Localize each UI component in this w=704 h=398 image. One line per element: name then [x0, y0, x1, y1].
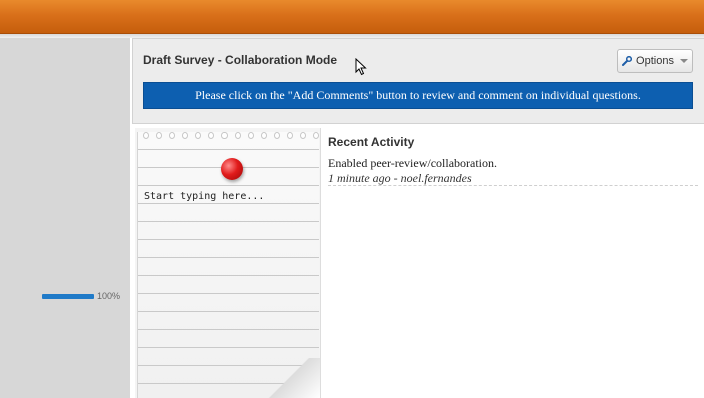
wrench-icon — [622, 56, 633, 66]
left-sidebar: 100% — [0, 38, 130, 398]
recent-activity-panel: Recent Activity Enabled peer-review/coll… — [328, 128, 700, 398]
activity-meta: 1 minute ago - noel.fernandes — [328, 171, 472, 185]
progress-bar — [42, 294, 94, 299]
options-button[interactable]: Options — [617, 49, 693, 73]
top-header-bar — [0, 0, 704, 34]
recent-activity-title: Recent Activity — [328, 135, 415, 149]
progress-percent: 100% — [97, 291, 121, 301]
page-curl — [260, 358, 320, 398]
page-title: Draft Survey - Collaboration Mode — [143, 53, 338, 67]
activity-action: Enabled peer-review/collaboration. — [328, 156, 498, 170]
progress-bar-fill — [42, 294, 94, 299]
notepad-input[interactable]: Start typing here... — [144, 191, 264, 202]
notepad-binding — [139, 132, 320, 144]
mouse-cursor-icon — [355, 58, 367, 76]
info-banner: Please click on the "Add Comments" butto… — [143, 82, 693, 109]
sticky-notepad: Start typing here... — [135, 128, 321, 398]
main-content: Draft Survey - Collaboration Mode Option… — [132, 38, 704, 398]
chevron-down-icon — [679, 59, 688, 63]
pushpin-icon — [221, 158, 243, 180]
survey-header: Draft Survey - Collaboration Mode Option… — [132, 38, 704, 124]
activity-item: Enabled peer-review/collaboration. 1 min… — [328, 156, 698, 186]
options-button-label: Options — [636, 55, 674, 67]
